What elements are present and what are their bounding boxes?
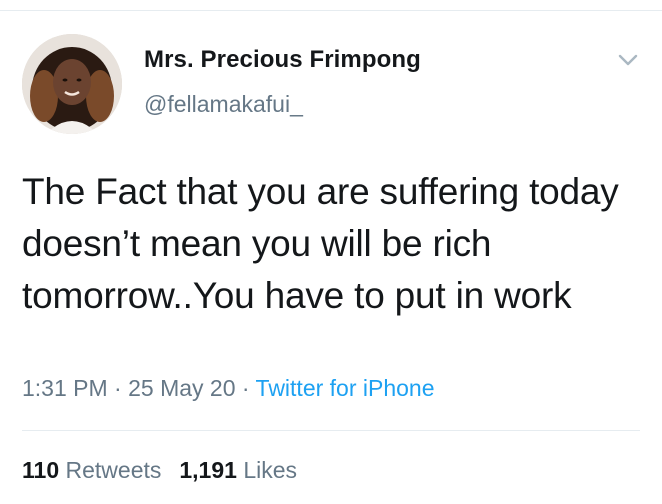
tweet-time: 1:31 PM [22, 375, 108, 401]
tweet-card: Mrs. Precious Frimpong @fellamakafui_ Th… [0, 0, 662, 504]
chevron-down-icon[interactable] [617, 51, 639, 69]
author-handle[interactable]: @fellamakafui_ [144, 91, 303, 118]
engagement-stats: 110 Retweets 1,191 Likes [22, 457, 297, 484]
likes-label: Likes [243, 457, 298, 483]
tweet-source-link[interactable]: Twitter for iPhone [256, 375, 435, 401]
likes-stat[interactable]: 1,191 Likes [179, 457, 297, 483]
author-display-name[interactable]: Mrs. Precious Frimpong [144, 46, 421, 74]
tweet-metadata: 1:31 PM · 25 May 20 · Twitter for iPhone [22, 375, 435, 402]
meta-separator: · [235, 375, 256, 401]
tweet-date: 25 May 20 [128, 375, 236, 401]
tweet-text: The Fact that you are suffering today do… [22, 171, 619, 316]
retweets-label: Retweets [65, 457, 162, 483]
avatar-image [22, 34, 122, 134]
retweets-count: 110 [22, 457, 60, 483]
stats-divider [22, 430, 640, 431]
avatar[interactable] [22, 34, 122, 134]
likes-count: 1,191 [179, 457, 237, 483]
meta-separator: · [107, 375, 129, 401]
retweets-stat[interactable]: 110 Retweets [22, 457, 161, 483]
